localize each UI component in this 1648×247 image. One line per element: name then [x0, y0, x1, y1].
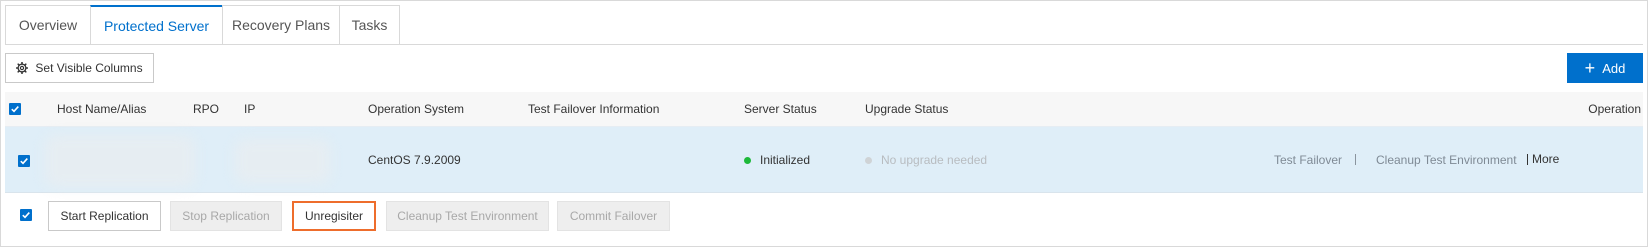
unregister-button[interactable]: Unregisiter [292, 201, 376, 231]
commit-failover-button[interactable]: Commit Failover [557, 201, 670, 231]
header-upgrade-status: Upgrade Status [865, 102, 949, 116]
header-operation-system: Operation System [368, 102, 465, 116]
table-header: Host Name/Alias RPO IP Operation System … [5, 92, 1643, 126]
add-button[interactable]: + Add [1567, 53, 1643, 83]
set-visible-columns-button[interactable]: Set Visible Columns [5, 53, 154, 83]
action-separator [1527, 154, 1528, 165]
tab-bar: Overview Protected Server Recovery Plans… [5, 5, 400, 45]
action-separator [1355, 154, 1356, 165]
batch-select-checkbox[interactable] [20, 209, 32, 221]
plus-icon: + [1584, 58, 1596, 78]
more-link[interactable]: More [1532, 152, 1559, 166]
select-all-checkbox[interactable] [9, 103, 21, 115]
header-rpo: RPO [193, 102, 220, 116]
gear-icon [16, 62, 29, 74]
status-dot-icon [865, 157, 872, 164]
header-host-name: Host Name/Alias [57, 102, 147, 116]
stop-replication-button[interactable]: Stop Replication [170, 201, 282, 231]
row-upgrade-status-label: No upgrade needed [881, 153, 988, 167]
tab-recovery-plans[interactable]: Recovery Plans [222, 5, 339, 45]
add-label: Add [1602, 60, 1626, 76]
header-server-status: Server Status [744, 102, 817, 116]
tab-protected-server[interactable]: Protected Server [90, 5, 222, 45]
header-operation: Operation [1588, 102, 1641, 116]
row-os: CentOS 7.9.2009 [368, 153, 461, 167]
cleanup-test-environment-link[interactable]: Cleanup Test Environment [1376, 153, 1517, 167]
status-dot-icon [744, 157, 751, 164]
cleanup-test-environment-button[interactable]: Cleanup Test Environment [386, 201, 549, 231]
start-replication-button[interactable]: Start Replication [48, 201, 161, 231]
row-server-status: Initialized [744, 153, 810, 167]
tab-overview[interactable]: Overview [5, 5, 90, 45]
ip-redacted [235, 139, 330, 183]
row-upgrade-status: No upgrade needed [865, 153, 987, 167]
row-checkbox[interactable] [18, 155, 30, 167]
tabs-divider [5, 44, 1643, 45]
test-failover-link[interactable]: Test Failover [1274, 153, 1342, 167]
header-test-failover-info: Test Failover Information [528, 102, 660, 116]
table-row[interactable]: CentOS 7.9.2009 Initialized No upgrade n… [5, 126, 1643, 193]
header-ip: IP [244, 102, 256, 116]
row-server-status-label: Initialized [760, 153, 811, 167]
tab-tasks[interactable]: Tasks [339, 5, 400, 45]
set-visible-columns-label: Set Visible Columns [35, 61, 143, 75]
host-name-redacted [45, 135, 195, 187]
